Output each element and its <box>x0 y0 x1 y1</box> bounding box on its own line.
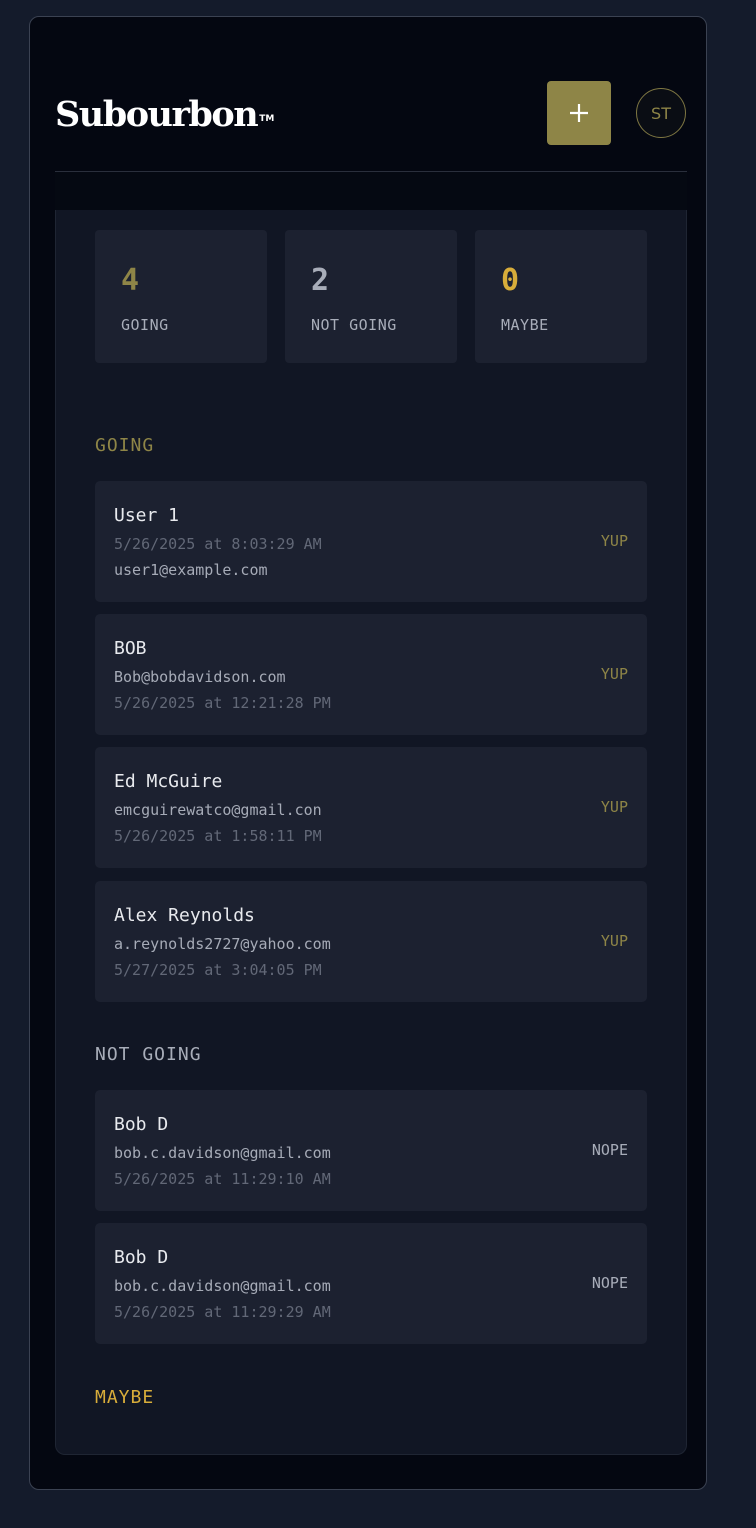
guest-email: Bob@bobdavidson.com <box>114 668 286 686</box>
section-title-not-going: NOT GOING <box>95 1044 202 1065</box>
avatar[interactable]: ST <box>636 88 686 138</box>
section-title-maybe: MAYBE <box>95 1387 155 1408</box>
stat-going-label: GOING <box>121 316 169 334</box>
guest-timestamp: 5/26/2025 at 8:03:29 AM <box>114 535 322 553</box>
guest-email: user1@example.com <box>114 561 268 579</box>
header: Subourbon TM ST <box>55 77 687 172</box>
stat-going-count: 4 <box>121 263 140 298</box>
stat-not-going: 2 NOT GOING <box>285 230 457 363</box>
guest-name: Alex Reynolds <box>114 905 255 926</box>
guest-timestamp: 5/27/2025 at 3:04:05 PM <box>114 961 322 979</box>
rsvp-card[interactable]: Alex Reynolds a.reynolds2727@yahoo.com 5… <box>95 881 647 1002</box>
logo[interactable]: Subourbon TM <box>55 94 275 135</box>
rsvp-card[interactable]: User 1 5/26/2025 at 8:03:29 AM user1@exa… <box>95 481 647 602</box>
guest-email: bob.c.davidson@gmail.com <box>114 1277 331 1295</box>
stat-maybe: 0 MAYBE <box>475 230 647 363</box>
plus-icon <box>570 104 588 122</box>
status-badge: YUP <box>600 532 628 550</box>
guest-email: bob.c.davidson@gmail.com <box>114 1144 331 1162</box>
header-band <box>55 172 687 210</box>
rsvp-card[interactable]: BOB Bob@bobdavidson.com 5/26/2025 at 12:… <box>95 614 647 735</box>
trademark-mark: TM <box>259 114 275 124</box>
guest-name: User 1 <box>114 505 180 526</box>
stat-going: 4 GOING <box>95 230 267 363</box>
status-badge: YUP <box>600 798 628 816</box>
guest-name: Ed McGuire <box>114 771 223 792</box>
add-event-button[interactable] <box>547 81 611 145</box>
status-badge: NOPE <box>591 1141 628 1159</box>
guest-email: a.reynolds2727@yahoo.com <box>114 935 331 953</box>
guest-name: Bob D <box>114 1114 169 1135</box>
logo-text: Subourbon <box>55 94 259 135</box>
rsvp-card[interactable]: Bob D bob.c.davidson@gmail.com 5/26/2025… <box>95 1090 647 1211</box>
app-frame: Subourbon TM ST 4 GOING 2 NOT GOING 0 MAY… <box>29 16 707 1490</box>
guest-timestamp: 5/26/2025 at 11:29:29 AM <box>114 1303 331 1321</box>
status-badge: NOPE <box>591 1274 628 1292</box>
guest-name: BOB <box>114 638 147 659</box>
rsvp-card[interactable]: Bob D bob.c.davidson@gmail.com 5/26/2025… <box>95 1223 647 1344</box>
guest-name: Bob D <box>114 1247 169 1268</box>
status-badge: YUP <box>600 665 628 683</box>
guest-timestamp: 5/26/2025 at 12:21:28 PM <box>114 694 331 712</box>
section-title-going: GOING <box>95 435 155 456</box>
guest-timestamp: 5/26/2025 at 11:29:10 AM <box>114 1170 331 1188</box>
stat-maybe-count: 0 <box>501 263 520 298</box>
rsvp-card[interactable]: Ed McGuire emcguirewatco@gmail.con 5/26/… <box>95 747 647 868</box>
status-badge: YUP <box>600 932 628 950</box>
stat-maybe-label: MAYBE <box>501 316 549 334</box>
guest-timestamp: 5/26/2025 at 1:58:11 PM <box>114 827 322 845</box>
guest-email: emcguirewatco@gmail.con <box>114 801 322 819</box>
rsvp-panel: 4 GOING 2 NOT GOING 0 MAYBE GOING User 1… <box>55 210 687 1455</box>
stat-not-going-count: 2 <box>311 263 330 298</box>
stat-not-going-label: NOT GOING <box>311 316 397 334</box>
